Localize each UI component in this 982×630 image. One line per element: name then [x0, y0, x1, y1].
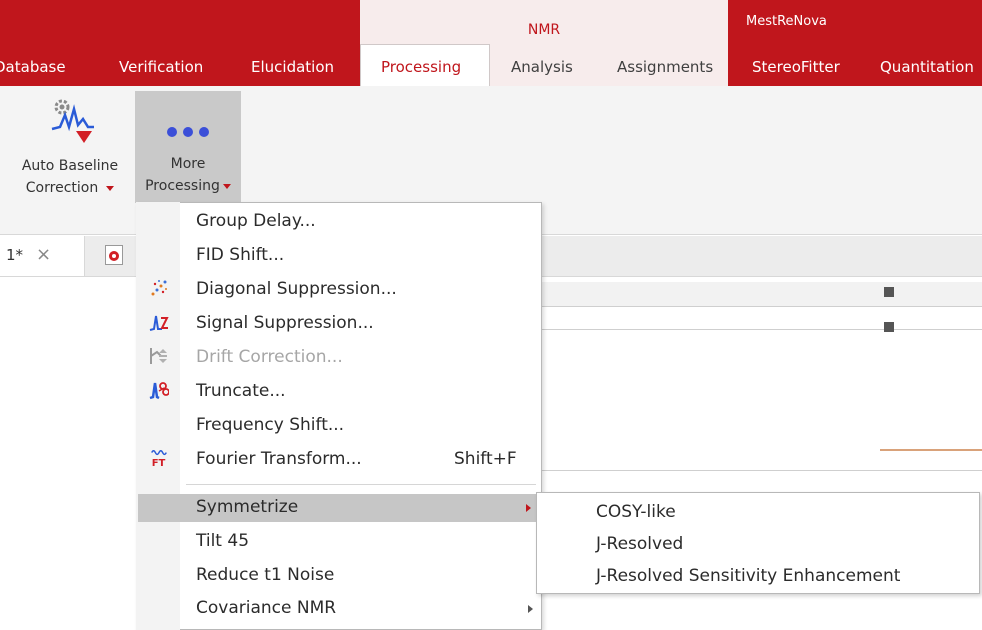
spectrum-doc-icon [109, 251, 119, 261]
menu-item-group-delay[interactable]: Group Delay... [196, 211, 316, 231]
divider [540, 306, 982, 307]
submenu-arrow-icon [526, 504, 531, 512]
auto-baseline-icon [51, 99, 94, 143]
document-icon[interactable] [105, 245, 123, 265]
submenu-arrow-icon [528, 605, 533, 613]
tab-verification[interactable]: Verification [119, 58, 203, 76]
fourier-transform-icon: FT [151, 450, 167, 468]
signal-suppression-icon [149, 315, 169, 331]
menu-item-tilt-45[interactable]: Tilt 45 [196, 531, 249, 551]
auto-baseline-correction-button[interactable]: Auto Baseline Correction [0, 91, 134, 203]
more-processing-label-2: Processing [145, 178, 220, 194]
more-processing-label-1: More [170, 156, 206, 172]
menu-item-truncate[interactable]: Truncate... [196, 381, 286, 401]
submenu-item-cosy-like[interactable]: COSY-like [596, 502, 676, 522]
menu-item-fid-shift[interactable]: FID Shift... [196, 245, 284, 265]
nmr-context-label: NMR [527, 22, 561, 38]
menu-item-covariance-nmr[interactable]: Covariance NMR [196, 598, 336, 618]
more-dots-icon [167, 127, 209, 137]
tab-analysis[interactable]: Analysis [511, 58, 573, 76]
tab-quantitation[interactable]: Quantitation [880, 58, 974, 76]
color-swatch[interactable] [884, 287, 894, 297]
menu-item-frequency-shift[interactable]: Frequency Shift... [196, 415, 344, 435]
tab-processing[interactable]: Processing [381, 58, 461, 76]
chevron-down-icon [222, 183, 231, 189]
submenu-item-j-resolved-sensitivity-enhancement[interactable]: J-Resolved Sensitivity Enhancement [596, 566, 900, 586]
menu-item-reduce-t1-noise[interactable]: Reduce t1 Noise [196, 565, 334, 585]
tab-stereofitter[interactable]: StereoFitter [752, 58, 840, 76]
menu-item-diagonal-suppression[interactable]: Diagonal Suppression... [196, 279, 397, 299]
auto-baseline-label-1: Auto Baseline [21, 158, 119, 174]
menu-item-signal-suppression[interactable]: Signal Suppression... [196, 313, 374, 333]
diagonal-suppression-icon [151, 280, 167, 296]
submenu-item-j-resolved[interactable]: J-Resolved [596, 534, 683, 554]
divider [540, 470, 982, 471]
panel-row [540, 282, 982, 306]
drift-correction-icon [150, 348, 167, 364]
svg-text:FT: FT [152, 458, 166, 468]
tab-assignments[interactable]: Assignments [617, 58, 713, 76]
more-processing-button[interactable]: More Processing [135, 91, 241, 203]
tab-database[interactable]: Database [0, 58, 66, 76]
spectrum-trace [880, 449, 982, 451]
fourier-transform-shortcut: Shift+F [454, 449, 517, 469]
menu-item-symmetrize[interactable]: Symmetrize [196, 497, 298, 517]
mestrenova-context-label: MestReNova [746, 14, 827, 29]
close-icon[interactable]: × [36, 244, 51, 265]
tab-elucidation[interactable]: Elucidation [251, 58, 334, 76]
document-tab-label: 1* [6, 246, 24, 264]
menu-icon-gutter [136, 202, 180, 630]
divider [540, 329, 982, 330]
color-swatch[interactable] [884, 322, 894, 332]
menu-item-fourier-transform[interactable]: Fourier Transform... [196, 449, 362, 469]
truncate-icon [149, 382, 169, 400]
menu-separator [186, 484, 536, 485]
menu-item-drift-correction: Drift Correction... [196, 347, 343, 367]
auto-baseline-label-2: Correction [25, 180, 99, 196]
chevron-down-icon [106, 185, 115, 191]
